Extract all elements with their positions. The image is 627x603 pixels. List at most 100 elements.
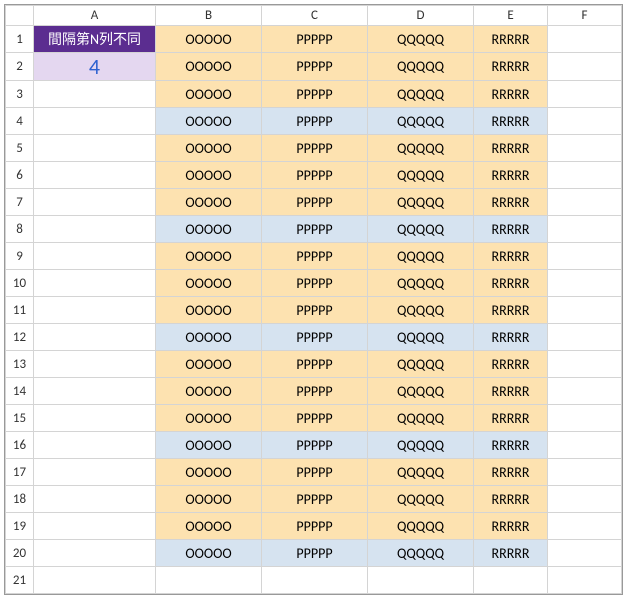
cell-D7[interactable]: QQQQQ bbox=[368, 189, 474, 216]
cell-E16[interactable]: RRRRR bbox=[474, 432, 548, 459]
row-header-15[interactable]: 15 bbox=[6, 405, 34, 432]
cell-F13[interactable] bbox=[548, 351, 622, 378]
cell-F17[interactable] bbox=[548, 459, 622, 486]
row-header-6[interactable]: 6 bbox=[6, 162, 34, 189]
col-header-E[interactable]: E bbox=[474, 6, 548, 26]
cell-D10[interactable]: QQQQQ bbox=[368, 270, 474, 297]
cell-F20[interactable] bbox=[548, 540, 622, 567]
cell-C21[interactable] bbox=[262, 567, 368, 594]
cell-A13[interactable] bbox=[34, 351, 156, 378]
cell-A17[interactable] bbox=[34, 459, 156, 486]
cell-C4[interactable]: PPPPP bbox=[262, 108, 368, 135]
cell-F4[interactable] bbox=[548, 108, 622, 135]
grid[interactable]: A B C D E F 1間隔第N列不同OOOOOPPPPPQQQQQRRRRR… bbox=[5, 5, 622, 594]
cell-E15[interactable]: RRRRR bbox=[474, 405, 548, 432]
cell-C5[interactable]: PPPPP bbox=[262, 135, 368, 162]
cell-F12[interactable] bbox=[548, 324, 622, 351]
cell-C16[interactable]: PPPPP bbox=[262, 432, 368, 459]
cell-F21[interactable] bbox=[548, 567, 622, 594]
row-header-7[interactable]: 7 bbox=[6, 189, 34, 216]
cell-C1[interactable]: PPPPP bbox=[262, 26, 368, 53]
cell-C12[interactable]: PPPPP bbox=[262, 324, 368, 351]
cell-E1[interactable]: RRRRR bbox=[474, 26, 548, 53]
cell-D17[interactable]: QQQQQ bbox=[368, 459, 474, 486]
cell-C14[interactable]: PPPPP bbox=[262, 378, 368, 405]
cell-E21[interactable] bbox=[474, 567, 548, 594]
cell-F5[interactable] bbox=[548, 135, 622, 162]
cell-C11[interactable]: PPPPP bbox=[262, 297, 368, 324]
cell-D12[interactable]: QQQQQ bbox=[368, 324, 474, 351]
cell-E4[interactable]: RRRRR bbox=[474, 108, 548, 135]
cell-B16[interactable]: OOOOO bbox=[156, 432, 262, 459]
row-header-18[interactable]: 18 bbox=[6, 486, 34, 513]
cell-B12[interactable]: OOOOO bbox=[156, 324, 262, 351]
cell-B1[interactable]: OOOOO bbox=[156, 26, 262, 53]
cell-A11[interactable] bbox=[34, 297, 156, 324]
cell-D9[interactable]: QQQQQ bbox=[368, 243, 474, 270]
cell-B19[interactable]: OOOOO bbox=[156, 513, 262, 540]
cell-C17[interactable]: PPPPP bbox=[262, 459, 368, 486]
cell-B13[interactable]: OOOOO bbox=[156, 351, 262, 378]
cell-B11[interactable]: OOOOO bbox=[156, 297, 262, 324]
cell-A3[interactable] bbox=[34, 81, 156, 108]
cell-D4[interactable]: QQQQQ bbox=[368, 108, 474, 135]
cell-D1[interactable]: QQQQQ bbox=[368, 26, 474, 53]
row-header-2[interactable]: 2 bbox=[6, 53, 34, 81]
cell-E12[interactable]: RRRRR bbox=[474, 324, 548, 351]
cell-B10[interactable]: OOOOO bbox=[156, 270, 262, 297]
cell-D8[interactable]: QQQQQ bbox=[368, 216, 474, 243]
cell-D21[interactable] bbox=[368, 567, 474, 594]
cell-F16[interactable] bbox=[548, 432, 622, 459]
cell-E9[interactable]: RRRRR bbox=[474, 243, 548, 270]
cell-F8[interactable] bbox=[548, 216, 622, 243]
cell-F2[interactable] bbox=[548, 53, 622, 81]
col-header-D[interactable]: D bbox=[368, 6, 474, 26]
cell-D14[interactable]: QQQQQ bbox=[368, 378, 474, 405]
cell-E18[interactable]: RRRRR bbox=[474, 486, 548, 513]
row-header-19[interactable]: 19 bbox=[6, 513, 34, 540]
row-header-12[interactable]: 12 bbox=[6, 324, 34, 351]
cell-C13[interactable]: PPPPP bbox=[262, 351, 368, 378]
cell-E19[interactable]: RRRRR bbox=[474, 513, 548, 540]
col-header-B[interactable]: B bbox=[156, 6, 262, 26]
cell-C10[interactable]: PPPPP bbox=[262, 270, 368, 297]
cell-B9[interactable]: OOOOO bbox=[156, 243, 262, 270]
cell-D18[interactable]: QQQQQ bbox=[368, 486, 474, 513]
cell-F3[interactable] bbox=[548, 81, 622, 108]
cell-B17[interactable]: OOOOO bbox=[156, 459, 262, 486]
cell-F9[interactable] bbox=[548, 243, 622, 270]
cell-F19[interactable] bbox=[548, 513, 622, 540]
cell-E14[interactable]: RRRRR bbox=[474, 378, 548, 405]
cell-A20[interactable] bbox=[34, 540, 156, 567]
cell-A21[interactable] bbox=[34, 567, 156, 594]
cell-C20[interactable]: PPPPP bbox=[262, 540, 368, 567]
cell-B3[interactable]: OOOOO bbox=[156, 81, 262, 108]
cell-E2[interactable]: RRRRR bbox=[474, 53, 548, 81]
cell-D11[interactable]: QQQQQ bbox=[368, 297, 474, 324]
cell-C18[interactable]: PPPPP bbox=[262, 486, 368, 513]
cell-A18[interactable] bbox=[34, 486, 156, 513]
cell-E8[interactable]: RRRRR bbox=[474, 216, 548, 243]
row-header-8[interactable]: 8 bbox=[6, 216, 34, 243]
cell-A15[interactable] bbox=[34, 405, 156, 432]
cell-B14[interactable]: OOOOO bbox=[156, 378, 262, 405]
cell-C9[interactable]: PPPPP bbox=[262, 243, 368, 270]
cell-C15[interactable]: PPPPP bbox=[262, 405, 368, 432]
cell-D19[interactable]: QQQQQ bbox=[368, 513, 474, 540]
cell-B8[interactable]: OOOOO bbox=[156, 216, 262, 243]
cell-B20[interactable]: OOOOO bbox=[156, 540, 262, 567]
row-header-1[interactable]: 1 bbox=[6, 26, 34, 53]
col-header-A[interactable]: A bbox=[34, 6, 156, 26]
row-header-14[interactable]: 14 bbox=[6, 378, 34, 405]
cell-C3[interactable]: PPPPP bbox=[262, 81, 368, 108]
cell-C19[interactable]: PPPPP bbox=[262, 513, 368, 540]
cell-F14[interactable] bbox=[548, 378, 622, 405]
cell-D2[interactable]: QQQQQ bbox=[368, 53, 474, 81]
cell-B7[interactable]: OOOOO bbox=[156, 189, 262, 216]
cell-E7[interactable]: RRRRR bbox=[474, 189, 548, 216]
cell-A5[interactable] bbox=[34, 135, 156, 162]
cell-A6[interactable] bbox=[34, 162, 156, 189]
cell-D13[interactable]: QQQQQ bbox=[368, 351, 474, 378]
cell-E5[interactable]: RRRRR bbox=[474, 135, 548, 162]
cell-D5[interactable]: QQQQQ bbox=[368, 135, 474, 162]
